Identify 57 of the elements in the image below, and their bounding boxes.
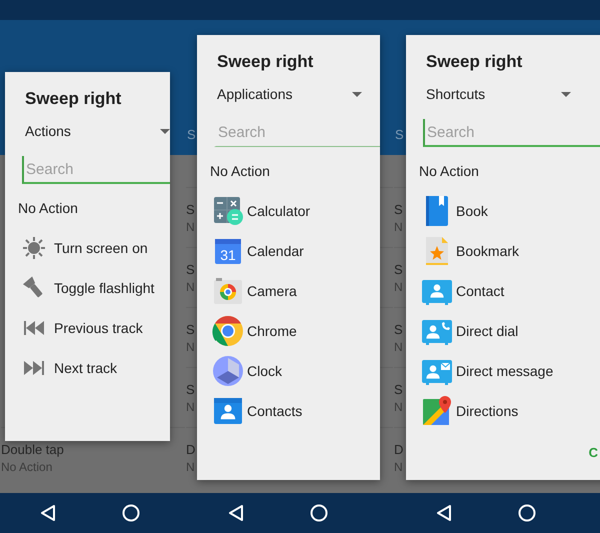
list-item[interactable]: Book — [406, 191, 600, 231]
dialog-title: Sweep right — [24, 88, 122, 110]
caret-icon — [561, 92, 571, 96]
calculator-icon — [212, 195, 244, 227]
list-item[interactable]: No Action — [197, 161, 380, 181]
category-dropdown[interactable]: Shortcuts — [426, 81, 571, 107]
list-item[interactable]: Previous track — [5, 308, 170, 348]
setting-title: S — [186, 322, 195, 336]
list-item[interactable]: Chrome — [197, 311, 380, 351]
search-field[interactable]: Search — [423, 119, 600, 147]
setting-title: S — [186, 202, 195, 216]
list-item[interactable]: No Action — [5, 198, 170, 218]
list-item[interactable]: Next track — [5, 348, 170, 388]
setting-title: Double tap — [1, 442, 64, 456]
clock-icon — [212, 355, 244, 387]
list-item[interactable]: Direct dial — [406, 311, 600, 351]
list-item[interactable]: Directions — [406, 391, 600, 431]
list-item[interactable]: Direct message — [406, 351, 600, 391]
chrome-icon — [212, 315, 244, 347]
list-item[interactable]: Turn screen on — [5, 228, 170, 268]
setting-title: D — [186, 442, 196, 456]
back-icon[interactable] — [436, 504, 452, 522]
list-item[interactable]: No Action — [406, 161, 600, 181]
back-icon[interactable] — [228, 504, 244, 522]
contacts-icon — [212, 395, 244, 427]
setting-title: S — [186, 262, 195, 276]
search-field[interactable]: Search — [214, 119, 380, 147]
category-dropdown[interactable]: Applications — [217, 81, 362, 107]
list-item[interactable]: Contacts — [197, 391, 380, 431]
search-field[interactable]: Search — [22, 156, 170, 184]
camera-icon — [212, 275, 244, 307]
list-item[interactable]: Toggle flashlight — [5, 268, 170, 308]
header-subtitle: S — [187, 127, 196, 142]
map-pin-icon — [421, 395, 453, 427]
list-item[interactable]: Camera — [197, 271, 380, 311]
list-item[interactable]: 31 Calendar — [197, 231, 380, 271]
setting-title: S — [394, 262, 403, 276]
dialog-title: Sweep right — [425, 51, 524, 73]
caret-icon — [160, 128, 170, 134]
list-item[interactable]: Calculator — [197, 191, 380, 231]
dialog-title: Sweep right — [216, 51, 314, 73]
caret-icon — [352, 92, 362, 96]
header-subtitle: S — [395, 127, 404, 142]
list-item[interactable]: Clock — [197, 351, 380, 391]
home-icon[interactable] — [518, 504, 536, 522]
setting-title: S — [394, 382, 403, 396]
back-icon[interactable] — [40, 504, 56, 522]
sun-icon — [22, 236, 46, 260]
list-item[interactable]: Contact — [406, 271, 600, 311]
home-icon[interactable] — [122, 504, 140, 522]
setting-title: S — [394, 322, 403, 336]
setting-title: S — [186, 382, 195, 396]
list-item[interactable]: Bookmark — [406, 231, 600, 271]
home-icon[interactable] — [310, 504, 328, 522]
setting-title: S — [394, 202, 403, 216]
setting-title: D — [394, 442, 404, 456]
category-dropdown[interactable]: Actions — [25, 118, 170, 144]
